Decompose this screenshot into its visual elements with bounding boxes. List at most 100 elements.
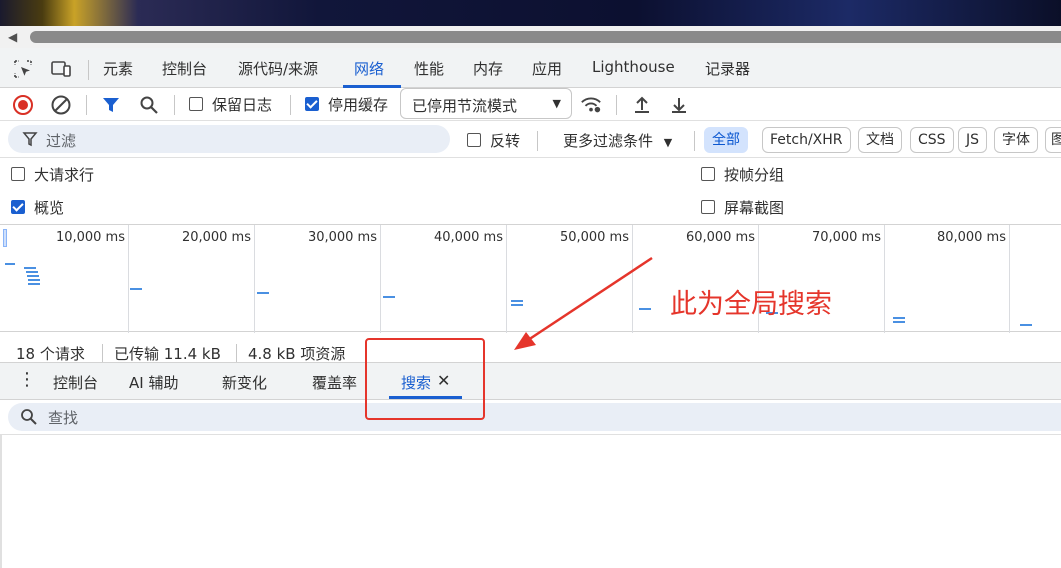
summary-divider: [236, 344, 237, 362]
disable-cache-checkbox[interactable]: [305, 97, 319, 111]
timeline-gridline: [128, 225, 129, 333]
timeline-label: 80,000 ms: [936, 230, 1006, 245]
filter-divider: [694, 131, 695, 151]
search-icon[interactable]: [138, 94, 160, 116]
annotation-text: 此为全局搜索: [670, 289, 832, 320]
transferred-size: 已传输 11.4 kB: [114, 345, 221, 363]
chip-fetch-xhr[interactable]: Fetch/XHR: [762, 127, 851, 153]
timeline-label: 50,000 ms: [559, 230, 629, 245]
timeline-handle[interactable]: [3, 229, 7, 247]
annotation-highlight-box: [365, 338, 485, 420]
chip-css[interactable]: CSS: [910, 127, 954, 153]
timeline-label: 30,000 ms: [307, 230, 377, 245]
tab-sources[interactable]: 源代码/来源: [238, 58, 318, 79]
annotation-arrow: [514, 256, 653, 350]
preserve-log-checkbox[interactable]: [189, 97, 203, 111]
drawer-tab-whats-new[interactable]: 新变化: [222, 372, 267, 393]
timeline-gridline: [884, 225, 885, 333]
resources-size: 4.8 kB 项资源: [248, 345, 346, 363]
timeline-gridline: [380, 225, 381, 333]
tab-memory[interactable]: 内存: [473, 58, 503, 79]
screenshots-checkbox[interactable]: [701, 200, 715, 214]
invert-label: 反转: [490, 132, 521, 150]
tab-elements[interactable]: 元素: [103, 58, 133, 79]
invert-checkbox[interactable]: [467, 133, 481, 147]
scroll-left-icon[interactable]: ◀: [8, 30, 17, 44]
tab-lighthouse[interactable]: Lighthouse: [592, 58, 675, 76]
toolbar-divider: [290, 95, 291, 115]
timeline-gridline: [1009, 225, 1010, 333]
timeline-label: 40,000 ms: [433, 230, 503, 245]
request-mark: [893, 317, 905, 319]
scrollbar-thumb[interactable]: [30, 31, 1061, 43]
timeline-label: 70,000 ms: [811, 230, 881, 245]
chip-js[interactable]: JS: [958, 127, 988, 153]
request-mark: [5, 263, 15, 265]
filter-icon[interactable]: [100, 94, 122, 116]
record-icon[interactable]: [12, 94, 34, 116]
disable-cache-label: 停用缓存: [328, 96, 389, 114]
drawer-tabbar: ⋮ 控制台 AI 辅助 新变化 覆盖率 搜索 ✕: [0, 362, 1061, 400]
timeline-label: 60,000 ms: [685, 230, 755, 245]
request-mark: [26, 271, 38, 273]
import-har-icon[interactable]: [631, 94, 653, 116]
drawer-tab-ai-assistance[interactable]: AI 辅助: [129, 372, 178, 393]
drawer-tab-coverage[interactable]: 覆盖率: [312, 372, 357, 393]
preserve-log-label: 保留日志: [212, 96, 273, 114]
timeline-label: 10,000 ms: [55, 230, 125, 245]
request-count: 18 个请求: [16, 345, 85, 363]
filter-input[interactable]: 过滤: [8, 125, 450, 153]
more-filters-dropdown[interactable]: 更多过滤条件 ▼: [563, 130, 672, 151]
tab-application[interactable]: 应用: [532, 58, 562, 79]
clear-icon[interactable]: [50, 94, 72, 116]
request-mark: [257, 292, 269, 294]
request-mark: [28, 283, 40, 285]
filter-funnel-icon: [22, 131, 38, 151]
request-mark: [27, 275, 39, 277]
filter-row: 过滤 反转 更多过滤条件 ▼ 全部 Fetch/XHR 文档 CSS JS 字体…: [0, 121, 1061, 158]
timeline-label: 20,000 ms: [181, 230, 251, 245]
toolbar-divider: [86, 95, 87, 115]
network-toolbar: 保留日志 停用缓存 已停用节流模式 ▼: [0, 88, 1061, 121]
tab-console[interactable]: 控制台: [162, 58, 207, 79]
request-mark: [383, 296, 395, 298]
big-request-rows-checkbox[interactable]: [11, 167, 25, 181]
tab-performance[interactable]: 性能: [414, 58, 444, 79]
overview-checkbox[interactable]: [11, 200, 25, 214]
request-mark: [893, 321, 905, 323]
chip-font[interactable]: 字体: [994, 127, 1038, 153]
toolbar-divider: [616, 95, 617, 115]
throttling-value: 已停用节流模式: [412, 97, 518, 115]
panel-left-edge: [0, 435, 2, 568]
chip-all[interactable]: 全部: [704, 127, 748, 153]
export-har-icon[interactable]: [668, 94, 690, 116]
chip-img[interactable]: 图: [1045, 127, 1061, 153]
chevron-down-icon: ▼: [552, 97, 561, 110]
tab-network[interactable]: 网络: [354, 58, 384, 79]
summary-divider: [102, 344, 103, 362]
device-toolbar-icon[interactable]: [50, 58, 72, 80]
search-input[interactable]: 查找: [8, 403, 1061, 431]
inspect-element-icon[interactable]: [12, 58, 34, 80]
screenshots-label: 屏幕截图: [724, 199, 785, 217]
drawer-tab-console[interactable]: 控制台: [53, 372, 98, 393]
more-vert-icon[interactable]: ⋮: [18, 369, 36, 390]
horizontal-scrollbar[interactable]: ◀: [0, 26, 1061, 48]
timeline-gridline: [254, 225, 255, 333]
overview-label: 概览: [34, 199, 65, 217]
tab-recorder[interactable]: 记录器: [705, 58, 750, 79]
chip-doc[interactable]: 文档: [858, 127, 902, 153]
chevron-down-icon: ▼: [663, 136, 673, 149]
filter-divider: [537, 131, 538, 151]
big-request-rows-label: 大请求行: [34, 166, 95, 184]
options-row-1: 大请求行 按帧分组: [0, 158, 1061, 191]
search-row: 查找: [0, 400, 1061, 435]
group-by-frame-checkbox[interactable]: [701, 167, 715, 181]
request-mark: [24, 267, 36, 269]
search-placeholder: 查找: [48, 409, 79, 427]
page-content-preview: [0, 0, 1061, 26]
throttling-select[interactable]: 已停用节流模式 ▼: [400, 88, 572, 119]
request-mark: [28, 279, 40, 281]
network-conditions-icon[interactable]: [580, 94, 602, 116]
more-filters-label: 更多过滤条件: [563, 132, 654, 150]
